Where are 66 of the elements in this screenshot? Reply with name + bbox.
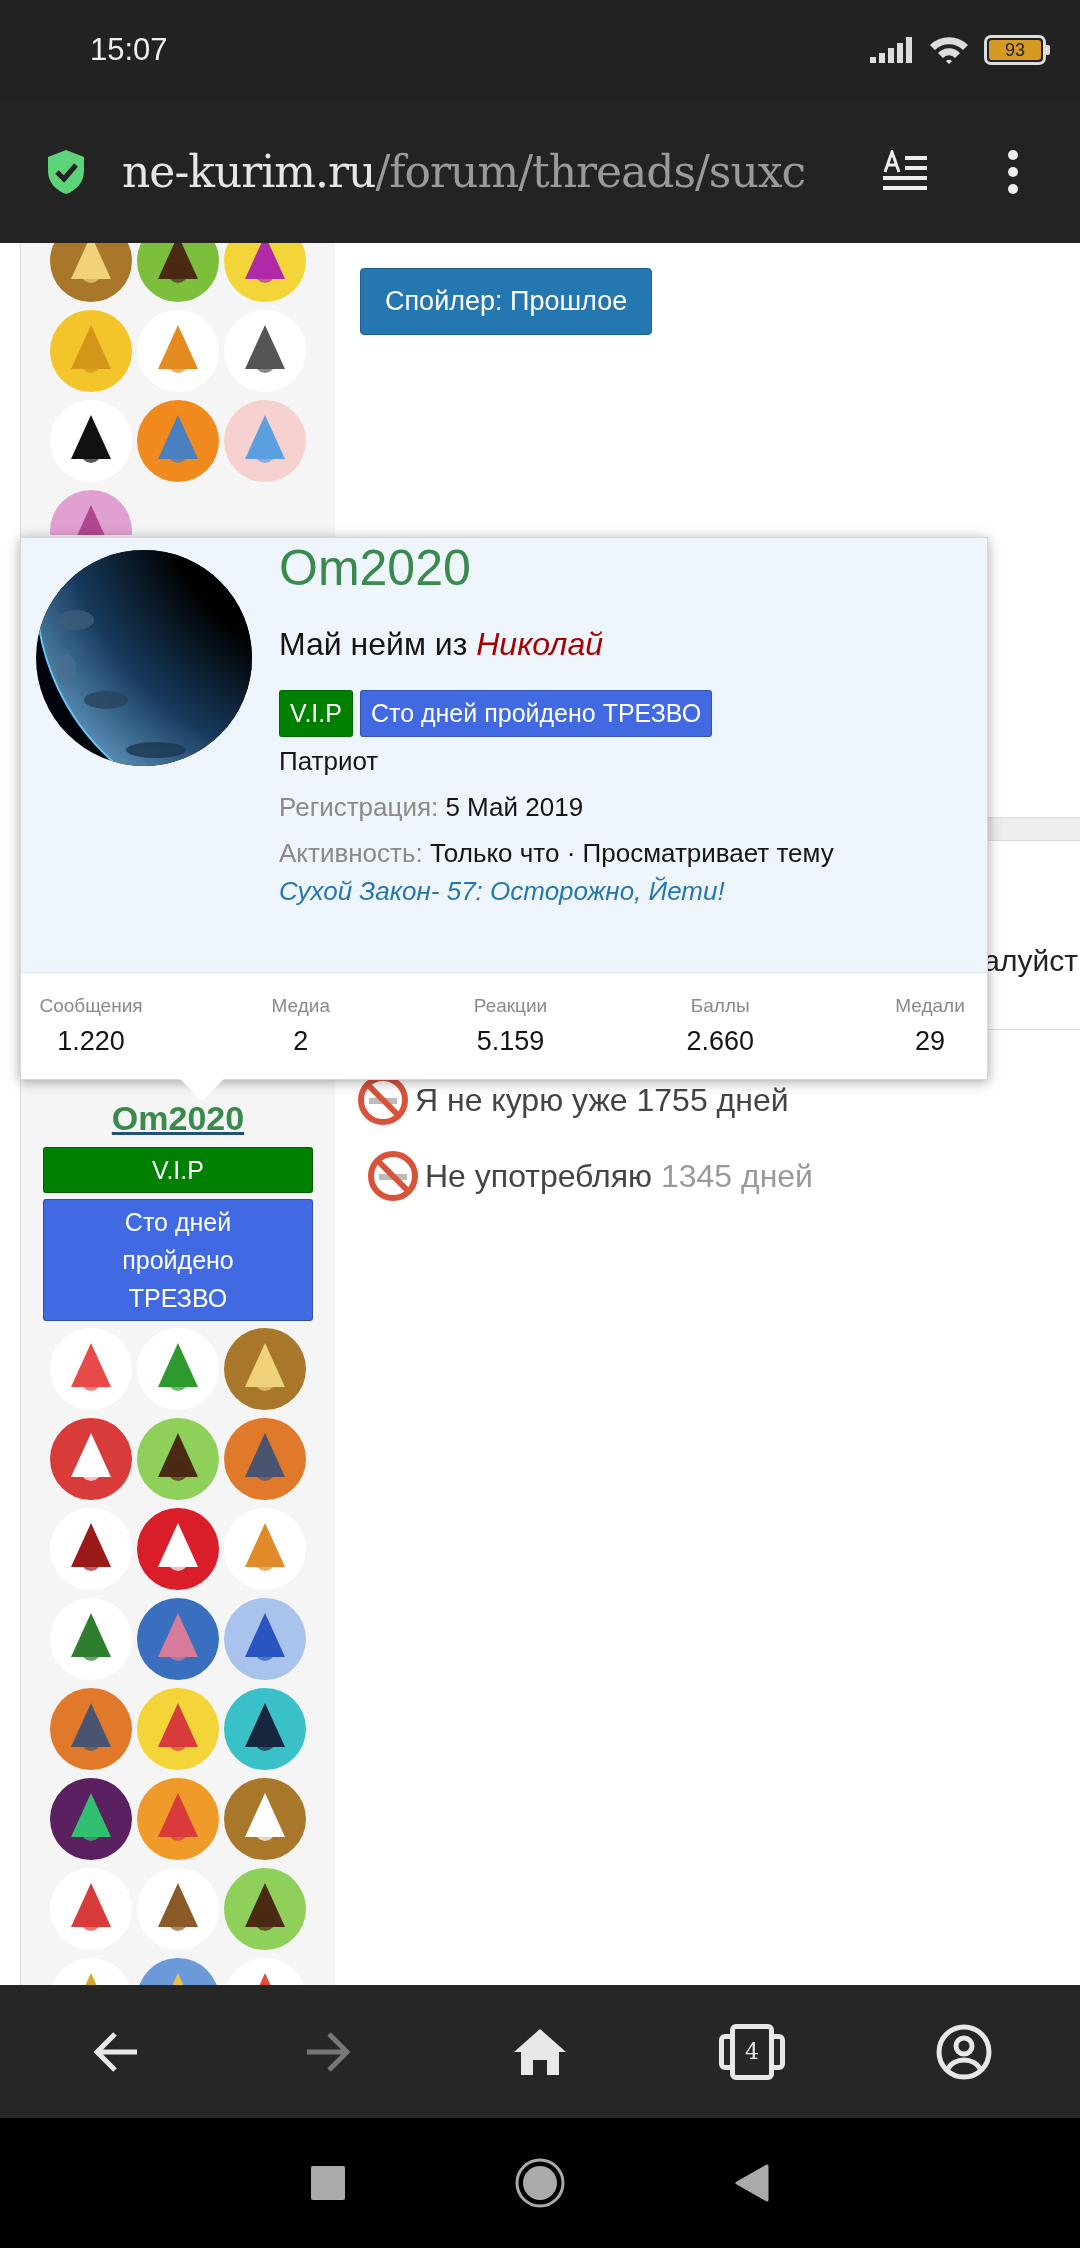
thread-link[interactable]: Сухой Закон- 57: Осторожно, Йети! <box>279 873 725 909</box>
username[interactable]: Om2020 <box>279 538 834 598</box>
medal-icon <box>223 1507 307 1591</box>
medal-icon <box>49 1417 133 1501</box>
medal-icon <box>136 1777 220 1861</box>
medal-icon <box>136 1597 220 1681</box>
medal-icon <box>49 243 133 303</box>
medal-icon <box>136 1507 220 1591</box>
medal-icon <box>136 1417 220 1501</box>
medal-icon <box>223 309 307 393</box>
stat-value: 2.660 <box>686 1025 755 1058</box>
medal-icon <box>49 1327 133 1411</box>
user-badge: V.I.P <box>279 690 353 737</box>
user-badge: Сто дней пройдено ТРЕЗВО <box>359 690 713 737</box>
stat-value: 2 <box>293 1025 309 1058</box>
home-button[interactable] <box>515 2158 565 2208</box>
signature-text: Я не курю уже 1755 дней <box>415 1081 789 1120</box>
post-text: алуйст <box>983 943 1078 979</box>
back-button[interactable] <box>735 2164 769 2202</box>
clock: 15:07 <box>90 30 168 69</box>
medal-icon <box>136 399 220 483</box>
activity-info: Активность: Только что · Просматривает тему <box>279 837 834 870</box>
stat-value: 5.159 <box>476 1025 545 1058</box>
account-icon[interactable] <box>936 2023 992 2080</box>
signal-icon <box>870 35 914 65</box>
stat-value: 29 <box>914 1025 945 1058</box>
medal-icon <box>223 1687 307 1771</box>
medal-icon <box>223 1417 307 1501</box>
home-icon[interactable] <box>513 2027 567 2076</box>
medal-icon <box>49 1867 133 1951</box>
medal-icon <box>223 1327 307 1411</box>
medal-icon <box>223 1867 307 1951</box>
medal-icon <box>223 1597 307 1681</box>
user-title: Патриот <box>279 745 380 778</box>
medal-icon <box>223 243 307 303</box>
medal-icon <box>136 309 220 393</box>
stat-label: Баллы <box>690 994 750 1018</box>
secure-shield-icon <box>46 148 86 195</box>
reader-mode-icon[interactable] <box>883 150 929 192</box>
medal-icon <box>49 399 133 483</box>
user-tagline: Май нейм из Николай <box>279 625 604 664</box>
stat-label: Реакции <box>473 994 548 1018</box>
user-badge: V.I.P <box>43 1147 313 1193</box>
medal-icon <box>136 243 220 303</box>
user-badge: Сто дней пройдено ТРЕЗВО <box>43 1199 313 1321</box>
back-arrow-icon[interactable] <box>93 2030 139 2073</box>
medal-icon <box>136 1867 220 1951</box>
medal-icon <box>49 309 133 393</box>
stat-value: 1.220 <box>57 1025 125 1058</box>
medal-icon <box>49 1777 133 1861</box>
stat-label: Медиа <box>271 994 330 1018</box>
medal-icon <box>136 1687 220 1771</box>
username-link[interactable]: Om2020 <box>111 1095 245 1141</box>
stat-label: Сообщения <box>39 994 143 1018</box>
medal-icon <box>223 399 307 483</box>
medal-icon <box>49 1507 133 1591</box>
signature-text: Не употребляю 1345 дней <box>425 1157 813 1196</box>
spoiler-button[interactable]: Спойлер: Прошлое <box>360 268 653 335</box>
stat-label: Медали <box>895 994 965 1018</box>
medal-icon <box>136 1327 220 1411</box>
medal-icon <box>49 1597 133 1681</box>
wifi-icon <box>928 34 970 66</box>
registration-info: Регистрация: 5 Май 2019 <box>279 791 585 824</box>
no-smoking-icon <box>367 1150 419 1202</box>
medal-icon <box>223 1777 307 1861</box>
medal-icon <box>49 1687 133 1771</box>
